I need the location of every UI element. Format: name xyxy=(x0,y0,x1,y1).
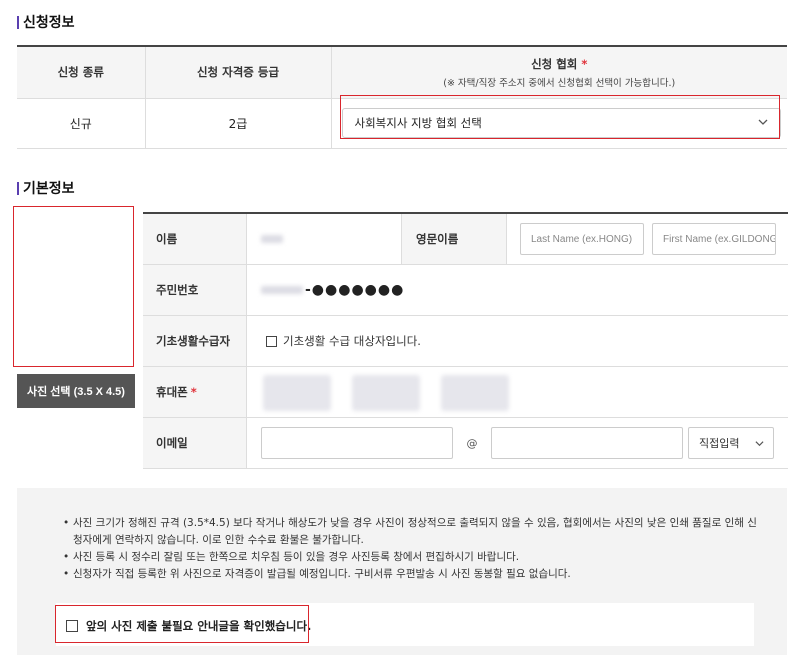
header-type: 신청 종류 xyxy=(17,46,146,99)
agree-checkbox[interactable]: 앞의 사진 제출 불필요 안내글을 확인했습니다. xyxy=(66,618,311,634)
blurred-ssn xyxy=(261,286,303,294)
name-label: 이름 xyxy=(143,214,247,264)
row-phone: 휴대폰 * xyxy=(143,367,788,418)
basic-section-title: 기본정보 xyxy=(17,178,75,198)
ssn-value: -●●●●●●● xyxy=(247,265,788,315)
notice-item: 사진 크기가 정해진 규격 (3.5*4.5) 보다 작거나 해상도가 낮을 경… xyxy=(63,515,763,549)
cell-type: 신규 xyxy=(17,98,146,149)
apply-section-title: 신청정보 xyxy=(17,12,75,32)
apply-table-header: 신청 종류 신청 자격증 등급 신청 협회 * (※ 자택/직장 주소지 중에서… xyxy=(17,46,787,99)
assoc-note: (※ 자택/직장 주소지 중에서 신청협회 선택이 가능합니다.) xyxy=(443,77,676,89)
blurred-name xyxy=(261,235,283,243)
title-bar xyxy=(17,15,19,29)
email-domain-select[interactable]: 직접입력 xyxy=(688,427,774,459)
phone-middle-input[interactable] xyxy=(352,375,420,411)
name-value xyxy=(247,214,401,264)
apply-table: 신청 종류 신청 자격증 등급 신청 협회 * (※ 자택/직장 주소지 중에서… xyxy=(17,45,787,149)
notice-item: 사진 등록 시 정수리 잘림 또는 한쪽으로 치우침 등이 있을 경우 사진등록… xyxy=(63,549,763,566)
cell-grade: 2급 xyxy=(145,98,332,149)
row-name: 이름 영문이름 Last Name (ex.HONG) First Name (… xyxy=(143,214,788,265)
notice-item: 신청자가 직접 등록한 위 사진으로 자격증이 발급될 예정입니다. 구비서류 … xyxy=(63,566,763,583)
assoc-select[interactable]: 사회복지사 지방 협회 선택 xyxy=(341,108,781,138)
email-domain-input[interactable] xyxy=(491,427,683,459)
email-id-input[interactable] xyxy=(261,427,453,459)
row-email: 이메일 @ 직접입력 xyxy=(143,418,788,469)
required-mark: * xyxy=(581,56,588,71)
photo-select-button[interactable]: 사진 선택 (3.5 X 4.5) xyxy=(17,374,135,408)
eng-name-label: 영문이름 xyxy=(401,214,507,264)
checkbox-icon xyxy=(266,335,277,347)
ssn-label: 주민번호 xyxy=(143,265,247,315)
phone-label: 휴대폰 * xyxy=(143,367,247,417)
ssn-masked: -●●●●●●● xyxy=(305,282,405,298)
row-welfare: 기초생활수급자 기초생활 수급 대상자입니다. xyxy=(143,316,788,367)
last-name-input[interactable]: Last Name (ex.HONG) xyxy=(520,223,644,255)
notice-list: 사진 크기가 정해진 규격 (3.5*4.5) 보다 작거나 해상도가 낮을 경… xyxy=(63,515,763,583)
email-at: @ xyxy=(466,436,478,450)
phone-prefix-input[interactable] xyxy=(263,375,331,411)
welfare-checkbox[interactable]: 기초생활 수급 대상자입니다. xyxy=(266,333,421,349)
header-grade: 신청 자격증 등급 xyxy=(145,46,332,99)
photo-preview[interactable] xyxy=(14,207,134,366)
checkbox-icon xyxy=(66,620,78,632)
row-ssn: 주민번호 -●●●●●●● xyxy=(143,265,788,316)
first-name-input[interactable]: First Name (ex.GILDONG) xyxy=(652,223,776,255)
required-mark: * xyxy=(190,385,197,399)
chevron-down-icon xyxy=(758,119,768,125)
cell-assoc: 사회복지사 지방 협회 선택 xyxy=(331,98,787,149)
welfare-label: 기초생활수급자 xyxy=(143,316,247,366)
title-bar xyxy=(17,181,19,195)
apply-table-row: 신규 2급 사회복지사 지방 협회 선택 xyxy=(17,98,787,149)
header-assoc: 신청 협회 * (※ 자택/직장 주소지 중에서 신청협회 선택이 가능합니다.… xyxy=(331,46,787,99)
basic-info-table: 이름 영문이름 Last Name (ex.HONG) First Name (… xyxy=(143,212,788,469)
chevron-down-icon xyxy=(755,441,764,447)
phone-last-input[interactable] xyxy=(441,375,509,411)
email-label: 이메일 xyxy=(143,418,247,468)
